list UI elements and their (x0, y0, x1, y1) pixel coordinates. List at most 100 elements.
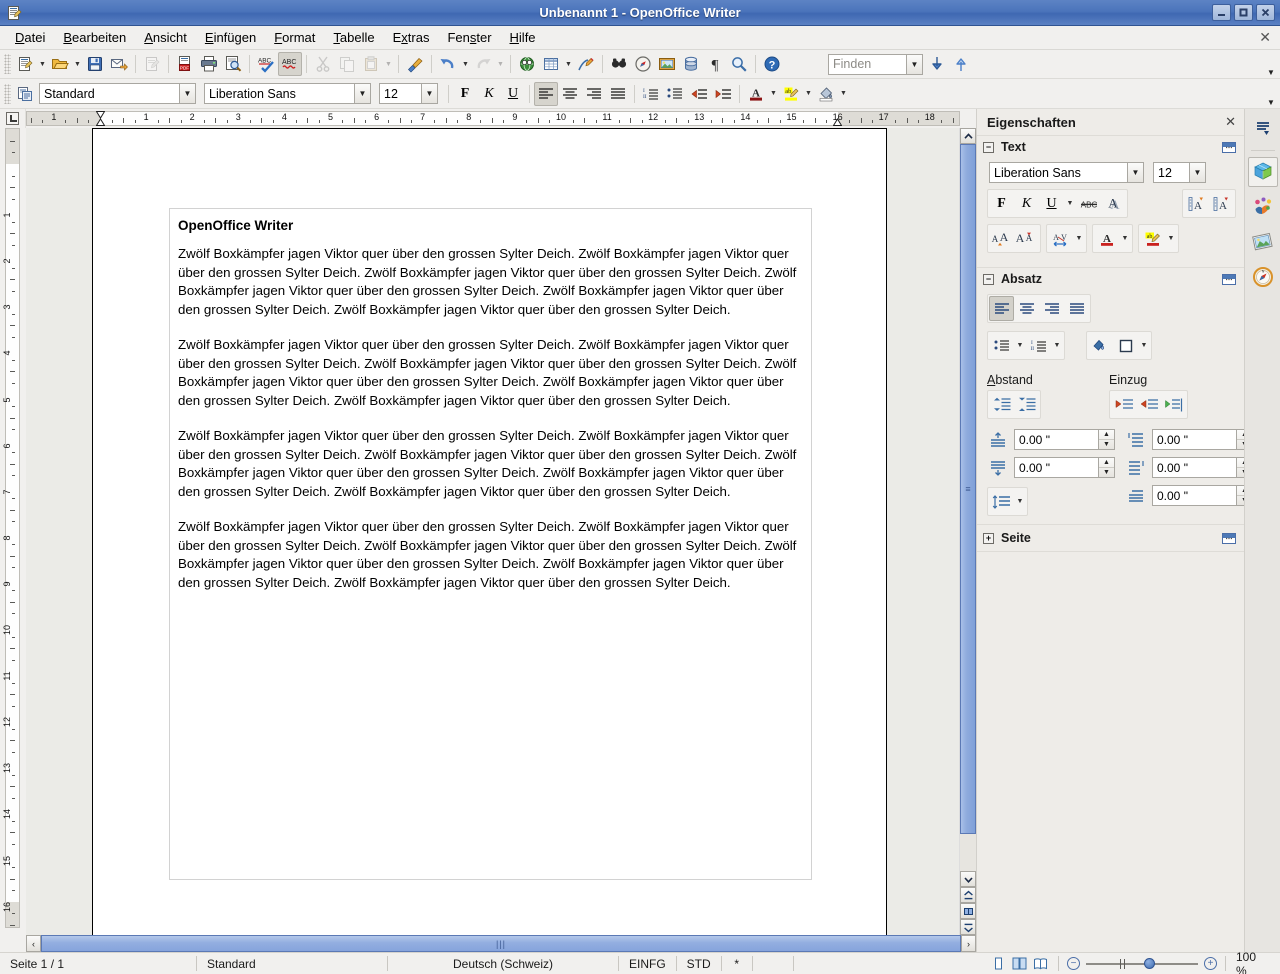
space-above-value[interactable]: 0.00 " (1014, 429, 1098, 450)
close-button[interactable] (1256, 4, 1275, 21)
zoom-in-button[interactable]: + (1204, 957, 1217, 970)
background-color-dropdown-icon[interactable]: ▼ (838, 82, 849, 106)
sidebar-italic-button[interactable]: K (1014, 191, 1039, 216)
formatting-marks-icon[interactable]: ¶ (703, 52, 727, 76)
character-spacing-icon[interactable]: A V (1048, 226, 1073, 251)
italic-button[interactable]: K (477, 82, 501, 106)
new-document-icon[interactable] (13, 52, 37, 76)
vertical-scrollbar[interactable] (959, 128, 976, 935)
first-line-indent-stepper[interactable]: 0.00 " ▲▼ (1152, 485, 1253, 506)
undo-dropdown-icon[interactable]: ▼ (460, 52, 471, 76)
menu-format[interactable]: Format (265, 27, 324, 48)
send-email-icon[interactable] (107, 52, 131, 76)
line-spacing-dropdown-icon[interactable]: ▼ (1014, 489, 1026, 514)
character-spacing-dropdown-icon[interactable]: ▼ (1073, 226, 1085, 251)
align-justified-icon[interactable] (606, 82, 630, 106)
vertical-scroll-thumb[interactable] (960, 144, 976, 834)
indent-after-value[interactable]: 0.00 " (1152, 457, 1236, 478)
align-right-icon[interactable] (582, 82, 606, 106)
zoom-out-button[interactable]: − (1067, 957, 1080, 970)
page-more-options-icon[interactable]: ⋯ (1222, 533, 1236, 544)
document-heading[interactable]: OpenOffice Writer (178, 218, 803, 234)
underline-dropdown-icon[interactable]: ▼ (1064, 191, 1076, 216)
status-modified-badge[interactable]: * (722, 956, 752, 972)
previous-page-icon[interactable] (960, 887, 976, 903)
right-indent-marker[interactable] (833, 111, 842, 126)
paragraph-style-dropdown-icon[interactable]: ▼ (179, 83, 196, 104)
paragraph-background-swatch[interactable] (1113, 333, 1138, 358)
zoom-slider-handle[interactable] (1144, 958, 1155, 969)
menu-datei[interactable]: Datei (6, 27, 54, 48)
paragraph-background-dropdown-icon[interactable]: ▼ (1138, 333, 1150, 358)
space-above-increment[interactable]: ▲ (1099, 430, 1114, 440)
unordered-list-icon[interactable] (663, 82, 687, 106)
horizontal-ruler[interactable]: 1123456789101112131415161718 (26, 109, 976, 128)
navigator-deck-icon[interactable]: N (1248, 262, 1278, 292)
font-name-combo[interactable]: Liberation Sans ▼ (204, 83, 371, 104)
find-replace-icon[interactable] (607, 52, 631, 76)
indent-before-value[interactable]: 0.00 " (1152, 429, 1236, 450)
indent-before-stepper[interactable]: 0.00 " ▲▼ (1152, 429, 1253, 450)
data-sources-icon[interactable] (679, 52, 703, 76)
minimize-button[interactable] (1212, 4, 1231, 21)
underline-button[interactable]: U (501, 82, 525, 106)
gallery-deck-icon[interactable] (1248, 192, 1278, 222)
navigator-icon[interactable] (631, 52, 655, 76)
toolbar-grip[interactable] (4, 54, 11, 74)
highlighting-dropdown-icon[interactable]: ▼ (803, 82, 814, 106)
formatting-toolbar-grip[interactable] (4, 84, 11, 104)
book-view-icon[interactable] (1033, 957, 1048, 970)
subscript-icon[interactable]: A (1209, 191, 1234, 216)
maximize-button[interactable] (1234, 4, 1253, 21)
superscript-icon[interactable]: A (1184, 191, 1209, 216)
styles-deck-icon[interactable] (1248, 227, 1278, 257)
sidebar-section-paragraph-header[interactable]: − Absatz ⋯ (977, 268, 1244, 290)
horizontal-scrollbar[interactable]: ‹ ||| › (26, 935, 976, 952)
ordered-list-icon[interactable]: I II (639, 82, 663, 106)
scroll-right-button[interactable]: › (961, 935, 976, 952)
line-spacing-icon[interactable] (989, 489, 1014, 514)
insert-image-icon[interactable] (655, 52, 679, 76)
navigation-icon[interactable] (960, 903, 976, 919)
menu-bearbeiten[interactable]: Bearbeiten (54, 27, 135, 48)
autospellcheck-icon[interactable]: ABC (278, 52, 302, 76)
sidebar-font-size-value[interactable]: 12 (1153, 162, 1189, 183)
table-dropdown-icon[interactable]: ▼ (563, 52, 574, 76)
hanging-indent-icon[interactable] (1161, 392, 1186, 417)
bold-button[interactable]: F (453, 82, 477, 106)
align-left-icon[interactable] (534, 82, 558, 106)
status-selection-mode[interactable]: STD (677, 956, 721, 972)
paste-dropdown-icon[interactable]: ▼ (383, 52, 394, 76)
align-left-icon[interactable] (989, 296, 1014, 321)
paragraph-background-color-icon[interactable] (1088, 333, 1113, 358)
document-paragraph[interactable]: Zwölf Boxkämpfer jagen Viktor quer über … (178, 427, 803, 501)
sidebar-settings-icon[interactable] (1248, 113, 1278, 143)
space-below-value[interactable]: 0.00 " (1014, 457, 1098, 478)
open-document-dropdown-icon[interactable]: ▼ (72, 52, 83, 76)
decrease-indent-icon[interactable] (1136, 392, 1161, 417)
menu-ansicht[interactable]: Ansicht (135, 27, 196, 48)
zoom-icon[interactable] (727, 52, 751, 76)
horizontal-scroll-thumb[interactable]: ||| (41, 935, 961, 952)
status-page-style[interactable]: Standard (197, 956, 387, 972)
ordered-list-icon[interactable]: I II (1026, 333, 1051, 358)
font-color-icon[interactable]: A (1094, 226, 1119, 251)
increase-indent-icon[interactable] (1111, 392, 1136, 417)
first-line-indent-value[interactable]: 0.00 " (1152, 485, 1236, 506)
formatting-toolbar-overflow-button[interactable]: ▼ (1264, 81, 1278, 107)
apply-style-icon[interactable] (13, 82, 37, 106)
scroll-down-button[interactable] (960, 871, 976, 887)
edit-file-icon[interactable] (140, 52, 164, 76)
scroll-up-button[interactable] (960, 128, 976, 144)
table-icon[interactable] (539, 52, 563, 76)
decrease-font-size-icon[interactable]: A A (1014, 226, 1039, 251)
spelling-icon[interactable]: ABC (254, 52, 278, 76)
sidebar-font-name-combo[interactable]: Liberation Sans ▼ (989, 162, 1144, 183)
menu-fenster[interactable]: Fenster (438, 27, 500, 48)
paragraph-style-combo[interactable]: Standard ▼ (39, 83, 196, 104)
font-color-icon[interactable]: A (744, 82, 768, 106)
scroll-left-button[interactable]: ‹ (26, 935, 41, 952)
document-paragraph[interactable]: Zwölf Boxkämpfer jagen Viktor quer über … (178, 336, 803, 410)
close-document-button[interactable]: ✕ (1259, 29, 1271, 46)
sidebar-font-size-combo[interactable]: 12 ▼ (1153, 162, 1206, 183)
